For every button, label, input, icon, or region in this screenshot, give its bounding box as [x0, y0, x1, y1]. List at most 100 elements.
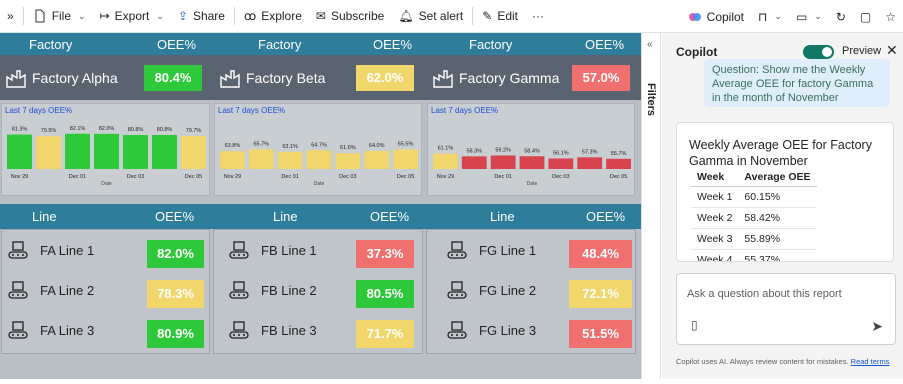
- set-alert-button[interactable]: 🔔︎ Set alert: [391, 0, 470, 33]
- chart-bar[interactable]: [36, 136, 61, 169]
- table-cell: 55.89%: [738, 228, 817, 250]
- line-row[interactable]: FG Line 3: [447, 320, 536, 340]
- x-tick-label: Dec 03: [339, 174, 356, 180]
- chart-bar[interactable]: [433, 153, 458, 169]
- explore-button[interactable]: ꝏ Explore: [237, 0, 309, 33]
- factory-oee-badge: 80.4%: [144, 65, 202, 91]
- factory-name: Factory Beta: [246, 69, 326, 86]
- line-name: FG Line 1: [479, 242, 537, 258]
- x-tick-label: Nov 29: [437, 174, 454, 180]
- line-row[interactable]: FA Line 3: [8, 320, 94, 340]
- chart-bar[interactable]: [181, 136, 206, 169]
- set-alert-label: Set alert: [418, 9, 464, 23]
- chart-bar[interactable]: [123, 134, 148, 169]
- preview-toggle[interactable]: [803, 45, 834, 59]
- factory-header: Factory OEE% Factory OEE% Factory OEE%: [0, 33, 641, 55]
- chevron-down-icon: ⌄: [78, 10, 86, 21]
- subscribe-button[interactable]: ✉ Subscribe: [309, 0, 391, 33]
- export-menu[interactable]: ↦ Export ⌄: [93, 0, 171, 33]
- bar-value-label: 79.7%: [186, 128, 202, 134]
- chart-panel[interactable]: Last 7 days OEE% 81.3% 79.5% 82.1% 82.0% 80.…: [1, 103, 210, 196]
- favorite-button[interactable]: ☆: [878, 0, 903, 33]
- line-row[interactable]: FB Line 2: [229, 280, 317, 300]
- line-row[interactable]: FG Line 1: [447, 240, 536, 260]
- line-row[interactable]: FB Line 3: [229, 320, 317, 340]
- table-cell: Week 3: [691, 228, 739, 250]
- table-cell: 55.37%: [738, 249, 817, 261]
- factory-icon: [433, 69, 453, 88]
- chart-bar[interactable]: [577, 157, 603, 169]
- x-tick-label: Dec 01: [494, 174, 511, 180]
- table-row: Week 4 55.37%: [691, 249, 817, 261]
- line-row[interactable]: FB Line 1: [229, 240, 317, 260]
- chart-bar[interactable]: [335, 153, 361, 169]
- file-menu[interactable]: File ⌄: [26, 0, 93, 33]
- bookmark-button[interactable]: ⊓ ⌄: [751, 0, 789, 33]
- expand-nav-icon[interactable]: »: [0, 0, 21, 33]
- factory-kpi-band: Factory Alpha 80.4% Factory Beta 62.0% F…: [0, 55, 641, 100]
- bar-value-label: 81.3%: [12, 127, 28, 133]
- chart-bar[interactable]: [65, 133, 90, 169]
- edit-button[interactable]: ✎ Edit: [475, 0, 525, 33]
- chart-bar[interactable]: [277, 151, 303, 169]
- line-row[interactable]: FA Line 1: [8, 240, 94, 260]
- chart-bar[interactable]: [248, 149, 274, 169]
- copilot-pane: Copilot Preview ✕ Question: Show me the …: [662, 33, 903, 379]
- chart-bar[interactable]: [548, 158, 574, 169]
- view-icon: ▭: [795, 9, 808, 24]
- conveyor-icon: [229, 321, 249, 339]
- star-icon: ☆: [885, 9, 896, 24]
- prompt-guide-icon[interactable]: ▯: [691, 318, 698, 332]
- line-row[interactable]: FG Line 2: [447, 280, 536, 300]
- chart-bar[interactable]: [606, 158, 631, 169]
- factory-card[interactable]: Factory Alpha: [5, 55, 118, 100]
- line-col-header: Line: [490, 209, 515, 224]
- bar-value-label: 80.8%: [128, 127, 144, 133]
- preview-label: Preview: [842, 45, 882, 57]
- share-button[interactable]: ⇪ Share: [171, 0, 232, 33]
- chart-bar[interactable]: [220, 151, 245, 169]
- bar-value-label: 58.4%: [524, 148, 540, 154]
- bar-value-label: 57.3%: [582, 149, 598, 155]
- line-oee-badge: 80.5%: [356, 280, 414, 308]
- table-cell: Week 2: [691, 207, 739, 229]
- more-options-button[interactable]: ···: [525, 0, 551, 33]
- comment-button[interactable]: ▢: [853, 0, 878, 33]
- send-icon[interactable]: ➤: [871, 318, 883, 335]
- collapse-chevron-icon[interactable]: «: [647, 39, 653, 50]
- ask-question-input[interactable]: Ask a question about this report ▯ ➤: [676, 273, 896, 345]
- chart-bar[interactable]: [7, 134, 32, 169]
- copilot-button[interactable]: Copilot: [681, 0, 751, 33]
- comment-icon: ▢: [859, 9, 872, 24]
- chevron-down-icon: ⌄: [774, 11, 782, 21]
- chart-bar[interactable]: [461, 156, 487, 169]
- filters-pane[interactable]: « Filters: [641, 33, 661, 379]
- view-button[interactable]: ▭ ⌄: [789, 0, 829, 33]
- read-terms-link[interactable]: Read terms: [851, 357, 890, 366]
- chart-bar[interactable]: [519, 156, 545, 169]
- oee-col-header: OEE%: [157, 37, 197, 52]
- factory-oee-badge: 62.0%: [356, 65, 414, 91]
- chart-bar[interactable]: [306, 150, 332, 169]
- line-panel: FA Line 1 82.0% FA Line 2 78.3% FA Line …: [1, 229, 210, 354]
- chart-bar[interactable]: [94, 133, 119, 169]
- x-tick-label: Nov 29: [11, 174, 28, 180]
- chart-bar[interactable]: [490, 155, 516, 169]
- chart-panel[interactable]: Last 7 days OEE% 61.1% 58.3% 59.2% 58.4% 56.…: [427, 103, 635, 196]
- factory-card[interactable]: Factory Gamma: [432, 55, 559, 100]
- chart-panel[interactable]: Last 7 days OEE% 63.8% 65.7% 63.1% 64.7% 61.…: [214, 103, 422, 196]
- close-icon[interactable]: ✕: [886, 42, 898, 59]
- chart-bar[interactable]: [393, 149, 418, 169]
- factory-card[interactable]: Factory Beta: [219, 55, 325, 100]
- disclaimer-text: Copilot uses AI. Always review content f…: [676, 357, 849, 366]
- conveyor-icon: [447, 321, 467, 339]
- refresh-button[interactable]: ↻: [829, 0, 853, 33]
- bar-value-label: 64.7%: [311, 142, 327, 148]
- chart-bar[interactable]: [364, 150, 390, 169]
- bar-value-label: 63.8%: [225, 143, 241, 149]
- table-cell: 60.15%: [738, 186, 817, 208]
- edit-label: Edit: [497, 9, 519, 23]
- chart-bar[interactable]: [152, 134, 177, 169]
- line-row[interactable]: FA Line 2: [8, 280, 94, 300]
- table-row: Week 1 60.15%: [691, 186, 817, 208]
